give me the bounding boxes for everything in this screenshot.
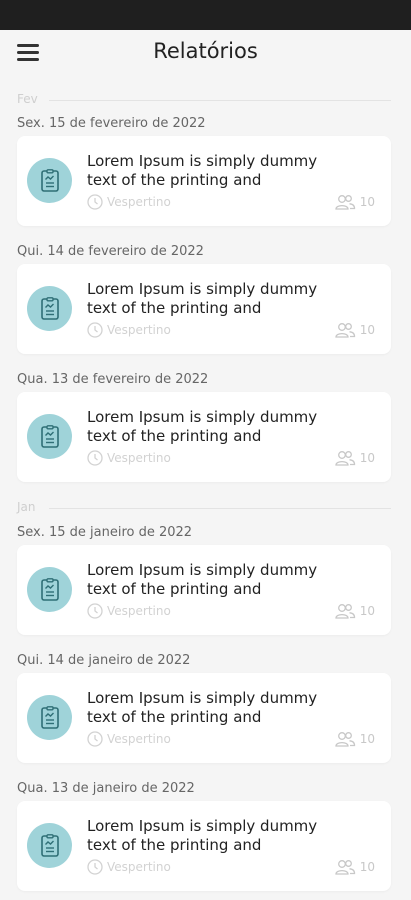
card-title: Lorem Ipsum is simply dummy text of the p… bbox=[87, 689, 318, 726]
shift-info: Vespertino bbox=[87, 858, 171, 876]
card-title: Lorem Ipsum is simply dummy text of the p… bbox=[87, 817, 318, 854]
report-icon bbox=[27, 158, 72, 203]
participants-info: 10 bbox=[334, 321, 375, 339]
card-title: Lorem Ipsum is simply dummy text of the p… bbox=[87, 408, 318, 445]
participants-info: 10 bbox=[334, 858, 375, 876]
date-label: Sex. 15 de janeiro de 2022 bbox=[17, 525, 193, 540]
report-icon bbox=[27, 823, 72, 868]
users-icon bbox=[335, 732, 355, 747]
shift-info: Vespertino bbox=[87, 449, 171, 467]
report-icon bbox=[27, 286, 72, 331]
participants-count: 10 bbox=[359, 604, 375, 618]
card-title: Lorem Ipsum is simply dummy text of the p… bbox=[87, 152, 318, 189]
participants-info: 10 bbox=[334, 449, 375, 467]
card-title: Lorem Ipsum is simply dummy text of the p… bbox=[87, 280, 318, 317]
date-label: Sex. 15 de fevereiro de 2022 bbox=[17, 116, 206, 131]
clock-icon bbox=[87, 450, 103, 466]
report-card[interactable]: Lorem Ipsum is simply dummy text of the p… bbox=[17, 673, 391, 763]
shift-label: Vespertino bbox=[107, 860, 171, 874]
report-card[interactable]: Lorem Ipsum is simply dummy text of the p… bbox=[17, 264, 391, 354]
report-card[interactable]: Lorem Ipsum is simply dummy text of the p… bbox=[17, 392, 391, 482]
report-card[interactable]: Lorem Ipsum is simply dummy text of the p… bbox=[17, 545, 391, 635]
participants-count: 10 bbox=[359, 860, 375, 874]
month-label: Fev bbox=[17, 92, 38, 106]
participants-count: 10 bbox=[359, 732, 375, 746]
divider-line bbox=[49, 508, 391, 509]
users-icon bbox=[335, 323, 355, 338]
report-icon bbox=[27, 695, 72, 740]
page-title: Relatórios bbox=[153, 39, 258, 63]
participants-count: 10 bbox=[359, 323, 375, 337]
clock-icon bbox=[87, 322, 103, 338]
participants-count: 10 bbox=[359, 195, 375, 209]
users-icon bbox=[335, 195, 355, 210]
shift-label: Vespertino bbox=[107, 195, 171, 209]
participants-info: 10 bbox=[334, 602, 375, 620]
users-icon bbox=[335, 860, 355, 875]
shift-label: Vespertino bbox=[107, 451, 171, 465]
report-icon bbox=[27, 567, 72, 612]
clock-icon bbox=[87, 603, 103, 619]
clock-icon bbox=[87, 194, 103, 210]
shift-info: Vespertino bbox=[87, 321, 171, 339]
date-label: Qua. 13 de fevereiro de 2022 bbox=[17, 372, 209, 387]
date-label: Qui. 14 de janeiro de 2022 bbox=[17, 653, 191, 668]
divider-line bbox=[49, 100, 391, 101]
shift-label: Vespertino bbox=[107, 323, 171, 337]
users-icon bbox=[335, 604, 355, 619]
users-icon bbox=[335, 451, 355, 466]
shift-info: Vespertino bbox=[87, 602, 171, 620]
month-label: Jan bbox=[17, 500, 36, 514]
shift-label: Vespertino bbox=[107, 732, 171, 746]
month-divider: Fev bbox=[17, 92, 391, 108]
participants-info: 10 bbox=[334, 730, 375, 748]
clock-icon bbox=[87, 859, 103, 875]
participants-count: 10 bbox=[359, 451, 375, 465]
card-title: Lorem Ipsum is simply dummy text of the p… bbox=[87, 561, 318, 598]
shift-info: Vespertino bbox=[87, 730, 171, 748]
clock-icon bbox=[87, 731, 103, 747]
month-divider: Jan bbox=[17, 500, 391, 516]
app-header: Relatórios bbox=[0, 30, 411, 76]
date-label: Qui. 14 de fevereiro de 2022 bbox=[17, 244, 204, 259]
participants-info: 10 bbox=[334, 193, 375, 211]
date-label: Qua. 13 de janeiro de 2022 bbox=[17, 781, 195, 796]
status-bar bbox=[0, 0, 411, 30]
report-card[interactable]: Lorem Ipsum is simply dummy text of the p… bbox=[17, 801, 391, 891]
shift-info: Vespertino bbox=[87, 193, 171, 211]
report-icon bbox=[27, 414, 72, 459]
report-card[interactable]: Lorem Ipsum is simply dummy text of the p… bbox=[17, 136, 391, 226]
shift-label: Vespertino bbox=[107, 604, 171, 618]
